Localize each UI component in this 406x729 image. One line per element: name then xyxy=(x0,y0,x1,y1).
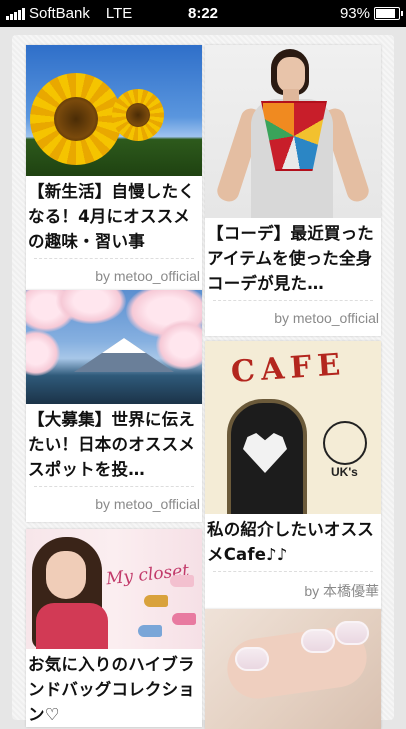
article-author[interactable]: by metoo_official xyxy=(26,488,202,522)
fuji-blossom-thumbnail[interactable] xyxy=(26,290,202,404)
article-title[interactable]: 私の紹介したいオススメCafe♪♪ xyxy=(205,514,381,567)
article-author[interactable]: by metoo_official xyxy=(205,302,381,336)
nail-art-thumbnail[interactable] xyxy=(205,609,381,729)
article-feed[interactable]: 【新生活】自慢したくなる！4月にオススメの趣味・習い事 by metoo_off… xyxy=(12,35,394,729)
closet-thumbnail[interactable]: My closet xyxy=(26,529,202,649)
smiley-icon xyxy=(323,421,367,465)
article-card[interactable]: CAFE UK's 私の紹介したいオススメCafe♪♪ by 本橋優華 xyxy=(205,341,381,611)
article-title[interactable]: 【新生活】自慢したくなる！4月にオススメの趣味・習い事 xyxy=(26,176,202,254)
article-title[interactable]: 【大募集】世界に伝えたい！日本のオススメスポットを投… xyxy=(26,404,202,482)
battery-icon xyxy=(374,7,403,20)
model-scarf-thumbnail[interactable] xyxy=(205,45,381,218)
article-card[interactable]: 【コーデ】最近買ったアイテムを使った全身コーデが見た… by metoo_off… xyxy=(205,45,381,336)
battery-percent: 93% xyxy=(339,5,370,22)
nail-icon xyxy=(235,647,269,671)
article-title[interactable]: 【コーデ】最近買ったアイテムを使った全身コーデが見た… xyxy=(205,218,381,296)
article-card[interactable]: 【大募集】世界に伝えたい！日本のオススメスポットを投… by metoo_off… xyxy=(26,290,202,522)
status-bar: SoftBank LTE 8:22 93% xyxy=(0,0,406,27)
cafe-thumbnail[interactable]: CAFE UK's xyxy=(205,341,381,514)
article-card[interactable] xyxy=(205,609,381,729)
cafe-logo: UK's xyxy=(331,465,358,479)
article-author[interactable]: by 本橋優華 xyxy=(205,573,381,611)
cafe-sign: CAFE xyxy=(229,347,348,390)
article-card[interactable]: My closet お気に入りのハイブランドバッグコレクション♡ xyxy=(26,529,202,727)
shoe-icon xyxy=(144,595,168,607)
sunflower-thumbnail[interactable] xyxy=(26,45,202,176)
article-card[interactable]: 【新生活】自慢したくなる！4月にオススメの趣味・習い事 by metoo_off… xyxy=(26,45,202,294)
article-author[interactable]: by metoo_official xyxy=(26,260,202,294)
article-title[interactable]: お気に入りのハイブランドバッグコレクション♡ xyxy=(26,649,202,727)
